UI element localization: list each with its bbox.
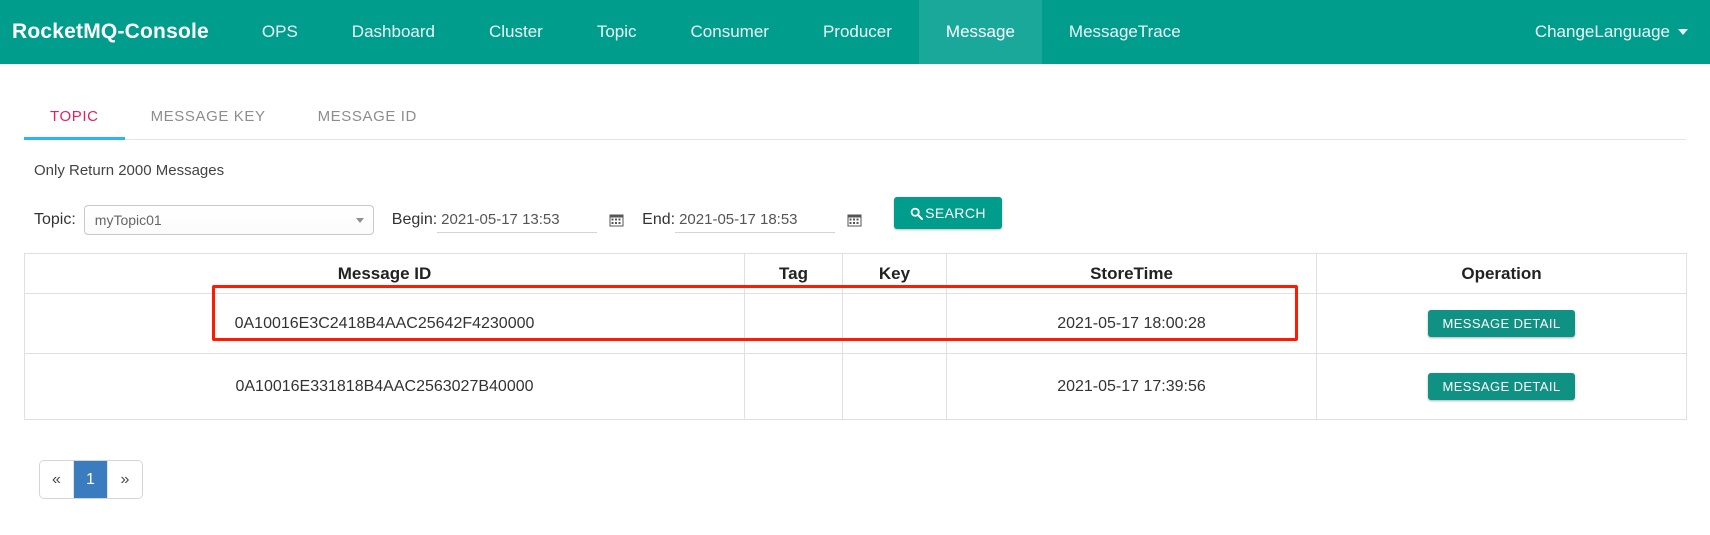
search-button-label: SEARCH (925, 205, 986, 221)
search-filter-bar: Topic: myTopic01 Begin: End: (24, 197, 1686, 235)
brand-logo[interactable]: RocketMQ-Console (0, 0, 235, 64)
nav-item-topic[interactable]: Topic (570, 0, 664, 64)
column-header-message-id: Message ID (24, 253, 745, 294)
end-datetime-input[interactable] (675, 207, 836, 233)
cell-key (842, 293, 947, 354)
begin-datetime-input[interactable] (437, 207, 598, 233)
cell-tag (744, 353, 843, 420)
nav-item-messagetrace[interactable]: MessageTrace (1042, 0, 1208, 64)
tabs-container: TOPIC MESSAGE KEY MESSAGE ID (0, 90, 1710, 140)
table-head: Message ID Tag Key StoreTime Operation (24, 253, 1687, 294)
calendar-icon[interactable] (609, 213, 624, 227)
cell-operation: MESSAGE DETAIL (1316, 293, 1687, 354)
navbar-right: ChangeLanguage (1535, 0, 1710, 64)
tab-topic[interactable]: TOPIC (24, 90, 125, 140)
nav-item-producer[interactable]: Producer (796, 0, 919, 64)
pagination-prev-button[interactable]: « (40, 461, 74, 498)
nav-item-message[interactable]: Message (918, 0, 1042, 64)
cell-key (842, 353, 947, 420)
tab-message-id[interactable]: MESSAGE ID (292, 90, 443, 139)
column-header-operation: Operation (1316, 253, 1687, 294)
end-label: End: (642, 211, 676, 228)
search-icon (910, 207, 924, 220)
result-limit-note: Only Return 2000 Messages (34, 162, 225, 179)
calendar-icon[interactable] (847, 213, 862, 227)
cell-storetime: 2021-05-17 18:00:28 (946, 293, 1317, 354)
topic-select[interactable]: myTopic01 (83, 205, 374, 235)
tab-message-key[interactable]: MESSAGE KEY (125, 90, 292, 139)
nav-item-consumer[interactable]: Consumer (664, 0, 796, 64)
change-language-label: ChangeLanguage (1534, 22, 1670, 41)
table-row[interactable]: 0A10016E3C2418B4AAC25642F4230000 2021-05… (24, 293, 1687, 354)
table-row[interactable]: 0A10016E331818B4AAC2563027B40000 2021-05… (24, 353, 1687, 420)
search-button[interactable]: SEARCH (894, 197, 1002, 229)
nav-item-dashboard[interactable]: Dashboard (325, 0, 462, 64)
table-header-row: Message ID Tag Key StoreTime Operation (24, 253, 1687, 294)
cell-operation: MESSAGE DETAIL (1316, 353, 1687, 420)
change-language-dropdown[interactable]: ChangeLanguage (1535, 22, 1688, 42)
begin-label: Begin: (391, 211, 438, 228)
cell-storetime: 2021-05-17 17:39:56 (946, 353, 1317, 420)
nav-item-cluster[interactable]: Cluster (462, 0, 570, 64)
message-table-container: Message ID Tag Key StoreTime Operation 0… (24, 253, 1687, 420)
topic-label: Topic: (34, 211, 76, 228)
column-header-tag: Tag (744, 253, 843, 294)
top-navbar: RocketMQ-Console OPS Dashboard Cluster T… (0, 0, 1710, 64)
chevron-down-icon (1678, 29, 1688, 35)
pagination-page-1[interactable]: 1 (74, 461, 108, 498)
pagination: « 1 » (39, 460, 143, 499)
main-content: Only Return 2000 Messages Topic: myTopic… (0, 162, 1710, 499)
nav-item-ops[interactable]: OPS (235, 0, 325, 64)
tab-bar: TOPIC MESSAGE KEY MESSAGE ID (24, 90, 1686, 140)
nav-menu: OPS Dashboard Cluster Topic Consumer Pro… (235, 0, 1208, 64)
chevron-down-icon (355, 217, 364, 223)
cell-message-id: 0A10016E331818B4AAC2563027B40000 (24, 353, 745, 420)
table-body: 0A10016E3C2418B4AAC25642F4230000 2021-05… (24, 293, 1687, 420)
message-table: Message ID Tag Key StoreTime Operation 0… (24, 253, 1687, 420)
column-header-key: Key (842, 253, 947, 294)
message-detail-button[interactable]: MESSAGE DETAIL (1428, 310, 1575, 337)
message-detail-button[interactable]: MESSAGE DETAIL (1428, 373, 1575, 400)
topic-select-value: myTopic01 (94, 212, 162, 228)
cell-message-id: 0A10016E3C2418B4AAC25642F4230000 (24, 293, 745, 354)
pagination-next-button[interactable]: » (108, 461, 142, 498)
cell-tag (744, 293, 843, 354)
column-header-storetime: StoreTime (946, 253, 1317, 294)
